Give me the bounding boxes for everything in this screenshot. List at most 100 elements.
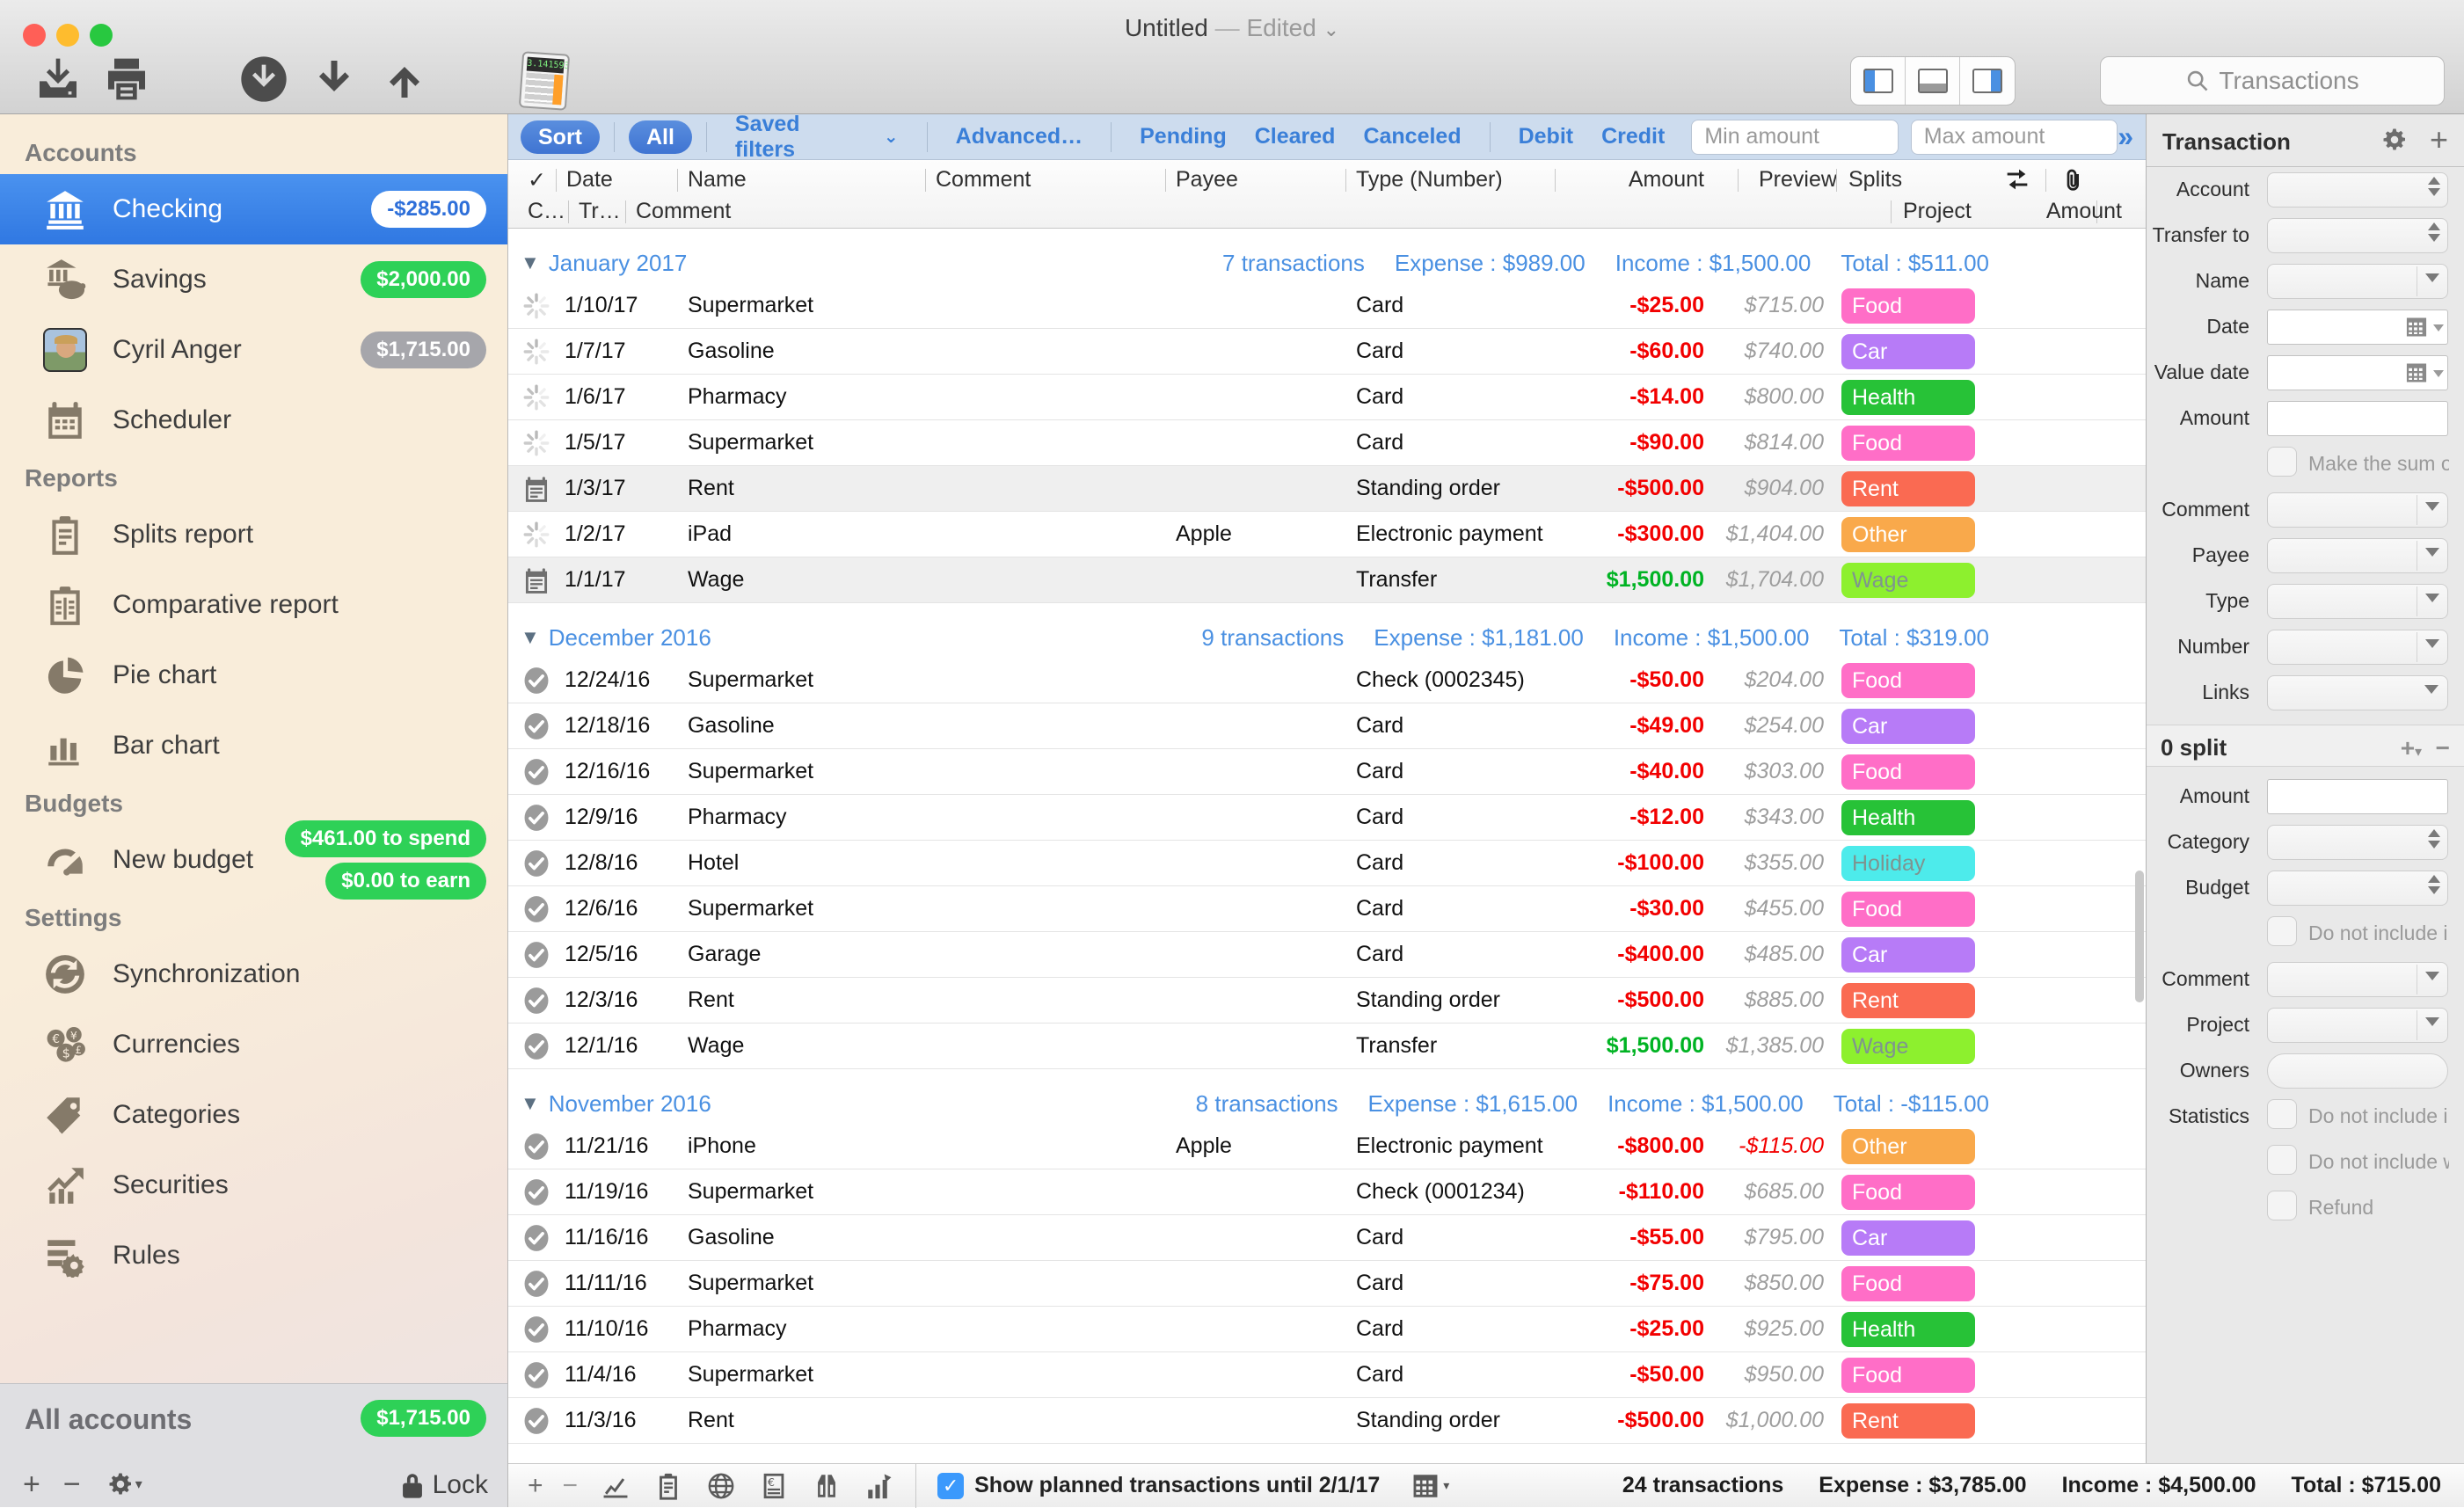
- category-pill[interactable]: Car: [1841, 334, 1975, 369]
- status-pending-icon[interactable]: [508, 428, 565, 458]
- sidebar-item-securities[interactable]: Securities: [0, 1150, 507, 1220]
- status-cleared-icon[interactable]: [508, 1406, 565, 1436]
- transaction-row[interactable]: 1/6/17PharmacyCard-$14.00$800.00Health: [508, 375, 2146, 420]
- status-cleared-icon[interactable]: [508, 894, 565, 924]
- status-cleared-icon[interactable]: [508, 711, 565, 741]
- account-stepper[interactable]: [2267, 172, 2448, 208]
- status-pending-icon[interactable]: [508, 382, 565, 412]
- payee-combo[interactable]: [2267, 538, 2448, 573]
- toggle-sidebar-button[interactable]: [1851, 57, 1906, 105]
- do-not-include-w-checkbox[interactable]: [2267, 1145, 2297, 1175]
- add-account-button[interactable]: +: [23, 1468, 40, 1502]
- transaction-row[interactable]: 1/3/17RentStanding order-$500.00$904.00R…: [508, 466, 2146, 512]
- col2-comment[interactable]: Comment: [636, 199, 731, 224]
- add-transaction-button[interactable]: +: [528, 1471, 543, 1501]
- sidebar-item-checking[interactable]: Checking-$285.00: [0, 174, 507, 244]
- download-icon[interactable]: [310, 55, 359, 104]
- transaction-row[interactable]: 1/5/17SupermarketCard-$90.00$814.00Food: [508, 420, 2146, 466]
- add-split-chevron[interactable]: ▾: [2415, 745, 2422, 760]
- sidebar-item-splits-report[interactable]: Splits report: [0, 499, 507, 570]
- refund-checkbox[interactable]: [2267, 1191, 2297, 1220]
- transaction-row[interactable]: 11/21/16iPhoneAppleElectronic payment-$8…: [508, 1124, 2146, 1169]
- currency-document-icon[interactable]: €: [759, 1471, 789, 1501]
- transaction-row[interactable]: 1/1/17WageTransfer$1,500.00$1,704.00Wage: [508, 557, 2146, 603]
- date-datepicker[interactable]: [2267, 310, 2448, 345]
- category-pill[interactable]: Health: [1841, 1312, 1975, 1347]
- category-pill[interactable]: Health: [1841, 800, 1975, 835]
- type-combo[interactable]: [2267, 584, 2448, 619]
- import-icon[interactable]: [239, 55, 288, 104]
- category-pill[interactable]: Wage: [1841, 563, 1975, 598]
- collapse-triangle-icon[interactable]: ▼: [521, 626, 540, 649]
- group-header[interactable]: ▼November 20168 transactionsExpense : $1…: [508, 1083, 2146, 1124]
- status-cleared-icon[interactable]: [508, 986, 565, 1016]
- remove-account-button[interactable]: −: [63, 1468, 81, 1502]
- status-cleared-icon[interactable]: [508, 1132, 565, 1162]
- category-pill[interactable]: Food: [1841, 288, 1975, 324]
- compare-icon[interactable]: [812, 1471, 842, 1501]
- collapse-triangle-icon[interactable]: ▼: [521, 251, 540, 274]
- filter-cleared-button[interactable]: Cleared: [1255, 124, 1336, 149]
- transaction-row[interactable]: 11/10/16PharmacyCard-$25.00$925.00Health: [508, 1307, 2146, 1352]
- transaction-row[interactable]: 11/11/16SupermarketCard-$75.00$850.00Foo…: [508, 1261, 2146, 1307]
- do-not-include-in-checkbox[interactable]: [2267, 916, 2297, 946]
- sidebar-item-rules[interactable]: Rules: [0, 1220, 507, 1291]
- filter-debit-button[interactable]: Debit: [1519, 124, 1574, 149]
- remove-transaction-button[interactable]: −: [563, 1471, 579, 1501]
- collapse-triangle-icon[interactable]: ▼: [521, 1092, 540, 1115]
- sort-button[interactable]: Sort: [521, 120, 600, 154]
- category-pill[interactable]: Health: [1841, 380, 1975, 415]
- transaction-row[interactable]: 11/19/16SupermarketCheck (0001234)-$110.…: [508, 1169, 2146, 1215]
- col2-tr[interactable]: Tr…: [579, 199, 621, 224]
- transaction-row[interactable]: 12/18/16GasolineCard-$49.00$254.00Car: [508, 703, 2146, 749]
- category-stepper[interactable]: [2267, 825, 2448, 860]
- col2-project[interactable]: Project: [1903, 199, 1972, 224]
- sidebar-item-comparative-report[interactable]: Comparative report: [0, 570, 507, 640]
- status-planned-icon[interactable]: [508, 474, 565, 504]
- col-payee[interactable]: Payee: [1176, 167, 1238, 193]
- filter-all-button[interactable]: All: [629, 120, 692, 154]
- report-icon[interactable]: [653, 1471, 683, 1501]
- transaction-row[interactable]: 1/2/17iPadAppleElectronic payment-$300.0…: [508, 512, 2146, 557]
- category-pill[interactable]: Holiday: [1841, 846, 1975, 881]
- saved-filters-menu[interactable]: Saved filters: [735, 112, 864, 163]
- search-input[interactable]: Transactions: [2100, 56, 2445, 106]
- saved-filters-chevron-icon[interactable]: ⌄: [884, 126, 899, 148]
- transaction-row[interactable]: 12/9/16PharmacyCard-$12.00$343.00Health: [508, 795, 2146, 841]
- statistics-checkbox[interactable]: [2267, 1099, 2297, 1129]
- transaction-row[interactable]: 11/4/16SupermarketCard-$50.00$950.00Food: [508, 1352, 2146, 1398]
- sidebar-item-synchronization[interactable]: Synchronization: [0, 939, 507, 1009]
- calendar-picker-chevron[interactable]: ▾: [1443, 1478, 1449, 1493]
- status-pending-icon[interactable]: [508, 337, 565, 367]
- category-pill[interactable]: Other: [1841, 517, 1975, 552]
- status-cleared-icon[interactable]: [508, 757, 565, 787]
- category-pill[interactable]: Car: [1841, 1220, 1975, 1256]
- category-pill[interactable]: Other: [1841, 1129, 1975, 1164]
- print-icon[interactable]: [102, 55, 151, 104]
- status-cleared-icon[interactable]: [508, 1360, 565, 1390]
- lock-button[interactable]: Lock: [399, 1470, 488, 1500]
- value-date-datepicker[interactable]: [2267, 355, 2448, 390]
- sidebar-item-scheduler[interactable]: Scheduler: [0, 385, 507, 455]
- amount-input[interactable]: [2267, 401, 2448, 436]
- sidebar-item-currencies[interactable]: €¥$£Currencies: [0, 1009, 507, 1080]
- calendar-picker-icon[interactable]: [1410, 1471, 1441, 1501]
- comment-combo[interactable]: [2267, 492, 2448, 528]
- budget-stepper[interactable]: [2267, 871, 2448, 906]
- transaction-row[interactable]: 12/5/16GarageCard-$400.00$485.00Car: [508, 932, 2146, 978]
- category-pill[interactable]: Food: [1841, 754, 1975, 790]
- sidebar-item-categories[interactable]: Categories: [0, 1080, 507, 1150]
- inspector-gear-icon[interactable]: [2381, 127, 2408, 153]
- status-pending-icon[interactable]: [508, 291, 565, 321]
- category-pill[interactable]: Food: [1841, 1358, 1975, 1393]
- group-header[interactable]: ▼January 20177 transactionsExpense : $98…: [508, 243, 2146, 283]
- filter-canceled-button[interactable]: Canceled: [1363, 124, 1461, 149]
- amount-input[interactable]: [2267, 779, 2448, 814]
- show-planned-checkbox[interactable]: ✓: [937, 1473, 964, 1499]
- sidebar-item-cyril-anger[interactable]: Cyril Anger$1,715.00: [0, 315, 507, 385]
- col2-amount[interactable]: Amount: [2046, 199, 2122, 224]
- status-cleared-icon[interactable]: [508, 1269, 565, 1299]
- transfer-to-stepper[interactable]: [2267, 218, 2448, 253]
- inspector-add-button[interactable]: +: [2430, 121, 2448, 158]
- sidebar-item-new-budget[interactable]: New budget$461.00 to spend$0.00 to earn: [0, 825, 507, 895]
